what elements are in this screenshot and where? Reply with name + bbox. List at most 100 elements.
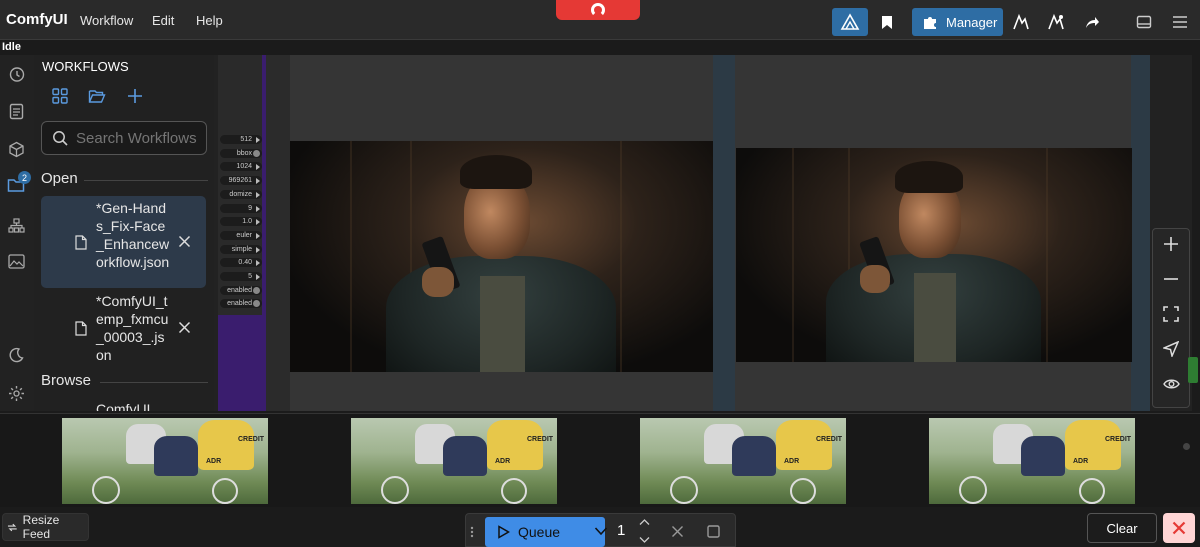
bicycle-wheel <box>959 476 987 504</box>
bicycle-wheel <box>381 476 409 504</box>
preview-image-right[interactable] <box>736 148 1132 362</box>
queue-button[interactable]: Queue <box>485 517 608 547</box>
open-folder-button[interactable] <box>88 87 106 105</box>
jersey-logo: CREDIT <box>238 436 265 443</box>
node-library-button[interactable] <box>6 139 26 159</box>
graph-alt-button[interactable] <box>1042 8 1070 36</box>
sampler-node[interactable]: 512 bbox 1024 969261 domize 9 1.0 euler simple 0.… <box>218 55 266 411</box>
menu-help[interactable]: Help <box>196 13 223 28</box>
node-widget[interactable]: 9 <box>220 203 262 213</box>
jersey-logo: CREDIT <box>527 436 554 443</box>
panel-toggle-button[interactable] <box>1130 8 1158 36</box>
spinner-icon <box>591 3 605 17</box>
workflow-item[interactable]: *ComfyUI_temp_fxmcu_00003_.json <box>41 291 206 365</box>
node-widget[interactable]: 5 <box>220 272 262 281</box>
open-divider <box>84 180 208 181</box>
chevron-down-icon[interactable] <box>594 525 608 537</box>
clear-button[interactable]: Clear <box>1087 513 1157 543</box>
grid-icon <box>52 88 68 104</box>
toggle-knob <box>253 300 260 308</box>
zoom-out-button[interactable] <box>1158 266 1184 292</box>
jersey-logo: ADR <box>206 458 222 465</box>
model-library-button[interactable] <box>6 215 26 235</box>
zoom-in-button[interactable] <box>1158 231 1184 257</box>
sitemap-icon <box>7 217 25 233</box>
graph-canvas[interactable]: 512 bbox 1024 969261 domize 9 1.0 euler simple 0.… <box>214 55 1150 411</box>
menu-button[interactable] <box>1166 8 1194 36</box>
menu-workflow[interactable]: Workflow <box>80 13 133 28</box>
bicycle-wheel <box>92 476 120 504</box>
workflow-item-active[interactable]: *Gen-Hands_Fix-Face_Enhanceworkflow.json <box>41 196 206 288</box>
node-widget[interactable]: euler <box>220 230 262 240</box>
close-feed-button[interactable] <box>1163 513 1195 543</box>
bicycle-wheel <box>790 478 816 504</box>
node-widget[interactable]: 1.0 <box>220 217 262 227</box>
node-widget[interactable]: 969261 <box>220 176 262 186</box>
queue-progress-pill[interactable] <box>556 0 640 20</box>
close-icon[interactable] <box>178 235 191 248</box>
drag-handle-icon[interactable] <box>470 526 474 538</box>
bottom-bar: Resize Feed Queue 1 Clear <box>0 507 1200 547</box>
toggle-links-button[interactable] <box>1158 371 1184 397</box>
theme-toggle-button[interactable] <box>6 345 26 365</box>
arrow-right-icon <box>256 260 260 267</box>
resize-feed-button[interactable]: Resize Feed <box>2 513 89 541</box>
chevron-up-icon[interactable] <box>639 518 650 526</box>
queue-sidebar-button[interactable] <box>6 101 26 121</box>
panel-title: WORKFLOWS <box>42 59 129 74</box>
cube-icon <box>8 141 24 157</box>
arrow-right-icon <box>256 232 260 239</box>
fit-view-button[interactable] <box>1158 301 1184 327</box>
browse-grid-button[interactable] <box>51 87 69 105</box>
node-widget[interactable]: enabled <box>220 285 262 295</box>
node-widget[interactable]: 512 <box>220 135 262 144</box>
manager-button[interactable]: Manager <box>912 8 1003 36</box>
bicycle-wheel <box>670 476 698 504</box>
folder-open-icon <box>88 90 106 103</box>
extension-edge-tab[interactable] <box>1188 357 1198 383</box>
feed-thumbnail[interactable]: CREDIT ADR <box>62 418 268 504</box>
search-icon <box>53 131 68 146</box>
play-icon <box>498 525 510 539</box>
comfy-logo-button[interactable] <box>832 8 868 36</box>
canvas-gap <box>1131 55 1150 411</box>
batch-count-input[interactable]: 1 <box>617 522 625 539</box>
graph-button[interactable] <box>1007 8 1035 36</box>
panel-toggle-icon <box>1136 15 1152 29</box>
bookmark-button[interactable] <box>870 8 904 36</box>
preview-image-left[interactable] <box>290 141 713 372</box>
navigate-button[interactable] <box>1158 336 1184 362</box>
node-widget[interactable]: simple <box>220 244 262 254</box>
node-widget[interactable]: domize <box>220 189 262 199</box>
feed-thumbnail[interactable]: CREDIT ADR <box>640 418 846 504</box>
arrow-right-icon <box>256 219 260 226</box>
arrow-right-icon <box>256 191 260 198</box>
node-widget[interactable]: bbox <box>220 148 262 158</box>
stop-icon[interactable] <box>707 525 720 538</box>
node-widget[interactable]: 0.40 <box>220 258 262 268</box>
close-icon[interactable] <box>178 321 191 334</box>
cancel-icon[interactable] <box>671 525 684 538</box>
node-widget[interactable]: enabled <box>220 299 262 309</box>
feed-thumbnail[interactable]: CREDIT ADR <box>351 418 557 504</box>
settings-button[interactable] <box>6 383 26 403</box>
feed-scroll-dot[interactable] <box>1183 443 1190 450</box>
open-section-label: Open <box>41 170 78 187</box>
graph-icon <box>1013 13 1029 30</box>
close-icon <box>1172 521 1186 535</box>
jersey-logo: ADR <box>784 458 800 465</box>
workflow-search[interactable] <box>41 121 207 155</box>
browse-item[interactable]: ComfyUI <box>41 397 206 411</box>
history-button[interactable] <box>6 64 26 84</box>
navigate-icon <box>1163 341 1179 357</box>
chevron-down-icon[interactable] <box>639 536 650 544</box>
menu-edit[interactable]: Edit <box>152 13 174 28</box>
new-workflow-button[interactable] <box>126 87 144 105</box>
images-button[interactable] <box>6 251 26 271</box>
arrow-right-icon <box>256 178 260 185</box>
search-input[interactable] <box>76 129 204 147</box>
share-button[interactable] <box>1078 8 1106 36</box>
feed-thumbnail[interactable]: CREDIT ADR <box>929 418 1135 504</box>
gear-icon <box>8 385 24 401</box>
node-widget[interactable]: 1024 <box>220 162 262 172</box>
